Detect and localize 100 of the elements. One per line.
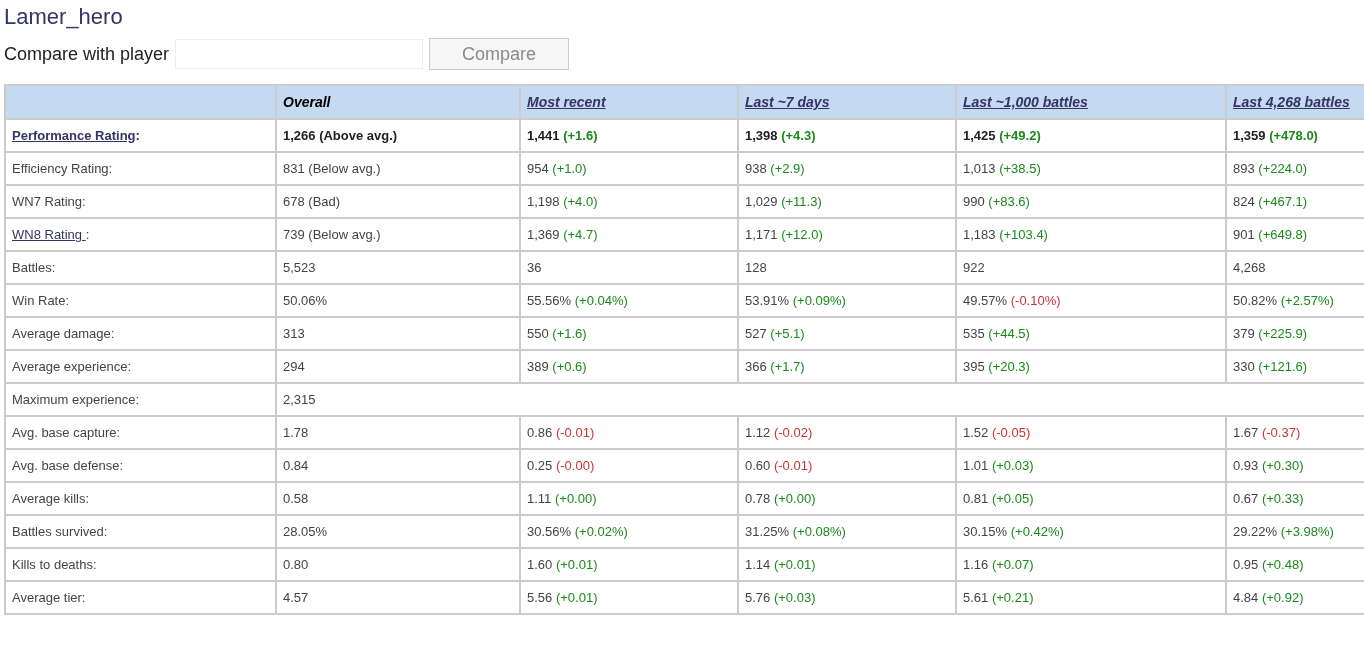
cell-value: 1,425 — [963, 128, 996, 143]
cell-value: 0.81 — [963, 491, 989, 506]
cell-value: 0.60 — [745, 458, 771, 473]
cell-value: 50.82% — [1233, 293, 1278, 308]
cell-value: 28.05% — [283, 524, 328, 539]
change-value: (-0.10%) — [1010, 293, 1061, 308]
cell-value: 30.15% — [963, 524, 1008, 539]
cell-value: 550 — [527, 326, 549, 341]
colon-text: : — [135, 128, 140, 143]
change-value: (-0.00) — [555, 458, 595, 473]
change-value: (+0.21) — [991, 590, 1034, 605]
cell-value: 330 — [1233, 359, 1255, 374]
cell-value: 1,029 — [745, 194, 778, 209]
change-value: (+0.48) — [1261, 557, 1304, 572]
cell-value: 4.57 — [283, 590, 309, 605]
cell-value: 824 — [1233, 194, 1255, 209]
column-heading: Overall — [283, 94, 331, 110]
column-link[interactable]: Most recent — [527, 94, 606, 110]
cell-value: 0.86 — [527, 425, 553, 440]
change-value: (+0.6) — [552, 359, 587, 374]
cell-value: 1.52 — [963, 425, 989, 440]
change-value: (+0.04%) — [574, 293, 628, 308]
cell-value: 1,183 — [963, 227, 996, 242]
row-label: Efficiency Rating: — [12, 161, 113, 176]
change-value: (+0.03) — [773, 590, 816, 605]
change-value: (+0.09%) — [792, 293, 846, 308]
cell-value: 1.11 — [527, 491, 552, 506]
cell-value: 55.56% — [527, 293, 572, 308]
cell-value: 4.84 — [1233, 590, 1259, 605]
change-value: (+103.4) — [999, 227, 1048, 242]
row-label: Average damage: — [12, 326, 115, 341]
cell-value: 5.76 — [745, 590, 771, 605]
change-value: (+0.01) — [555, 557, 598, 572]
change-value: (+0.02%) — [574, 524, 628, 539]
change-value: (+11.3) — [781, 194, 822, 209]
row-label: Average tier: — [12, 590, 86, 605]
change-value: (-0.01) — [555, 425, 595, 440]
cell-value: 128 — [745, 260, 767, 275]
cell-value: 1.16 — [963, 557, 989, 572]
change-value: (+2.57%) — [1280, 293, 1334, 308]
change-value: (+0.01) — [773, 557, 816, 572]
cell-value: 5,523 — [283, 260, 316, 275]
change-value: (+12.0) — [781, 227, 823, 242]
cell-value: 0.93 — [1233, 458, 1259, 473]
change-value: (+1.7) — [770, 359, 805, 374]
cell-value: 1,266 (Above avg.) — [283, 128, 398, 143]
row-label: Battles: — [12, 260, 56, 275]
cell-value: 395 — [963, 359, 985, 374]
cell-value: 31.25% — [745, 524, 790, 539]
change-value: (+83.6) — [988, 194, 1030, 209]
change-value: (+1.0) — [552, 161, 587, 176]
cell-value: 36 — [527, 260, 542, 275]
change-value: (+20.3) — [988, 359, 1030, 374]
cell-value: 2,315 — [283, 392, 316, 407]
row-label: Average kills: — [12, 491, 90, 506]
cell-value: 313 — [283, 326, 305, 341]
change-value: (+0.30) — [1261, 458, 1304, 473]
row-label-link[interactable]: Performance Rating — [12, 128, 136, 143]
row-label-link[interactable]: WN8 Rating — [12, 227, 86, 242]
change-value: (-0.01) — [773, 458, 813, 473]
cell-value: 1.67 — [1233, 425, 1259, 440]
row-label: Kills to deaths: — [12, 557, 97, 572]
change-value: (+0.03) — [991, 458, 1034, 473]
cell-value: 0.25 — [527, 458, 553, 473]
cell-value: 366 — [745, 359, 767, 374]
cell-value: 0.95 — [1233, 557, 1259, 572]
cell-value: 294 — [283, 359, 305, 374]
cell-value: 1,359 — [1233, 128, 1266, 143]
change-value: (+467.1) — [1258, 194, 1308, 209]
change-value: (+0.00) — [773, 491, 816, 506]
cell-value: 1.01 — [963, 458, 989, 473]
column-link[interactable]: Last ~7 days — [745, 94, 830, 110]
row-label: Average experience: — [12, 359, 131, 374]
cell-value: 893 — [1233, 161, 1255, 176]
change-value: (+649.8) — [1258, 227, 1308, 242]
cell-value: 1.78 — [283, 425, 309, 440]
row-label: Avg. base defense: — [12, 458, 124, 473]
cell-value: 49.57% — [963, 293, 1008, 308]
change-value: (+38.5) — [999, 161, 1041, 176]
cell-value: 0.78 — [745, 491, 771, 506]
cell-value: 5.61 — [963, 590, 989, 605]
cell-value: 1.12 — [745, 425, 771, 440]
cell-value: 901 — [1233, 227, 1255, 242]
cell-value: 990 — [963, 194, 985, 209]
change-value: (+121.6) — [1258, 359, 1308, 374]
cell-value: 0.84 — [283, 458, 309, 473]
change-value: (+4.7) — [563, 227, 598, 242]
row-label: WN7 Rating: — [12, 194, 86, 209]
compare-label: Compare with player — [4, 43, 170, 65]
colon-text: : — [85, 227, 90, 242]
change-value: (+4.3) — [781, 128, 816, 143]
change-value: (+1.6) — [563, 128, 598, 143]
change-value: (+0.08%) — [792, 524, 846, 539]
cell-value: 1,013 — [963, 161, 996, 176]
cell-value: 0.58 — [283, 491, 309, 506]
cell-value: 535 — [963, 326, 985, 341]
change-value: (+2.9) — [770, 161, 805, 176]
row-label: Avg. base capture: — [12, 425, 121, 440]
cell-value: 29.22% — [1233, 524, 1278, 539]
change-value: (-0.37) — [1261, 425, 1301, 440]
